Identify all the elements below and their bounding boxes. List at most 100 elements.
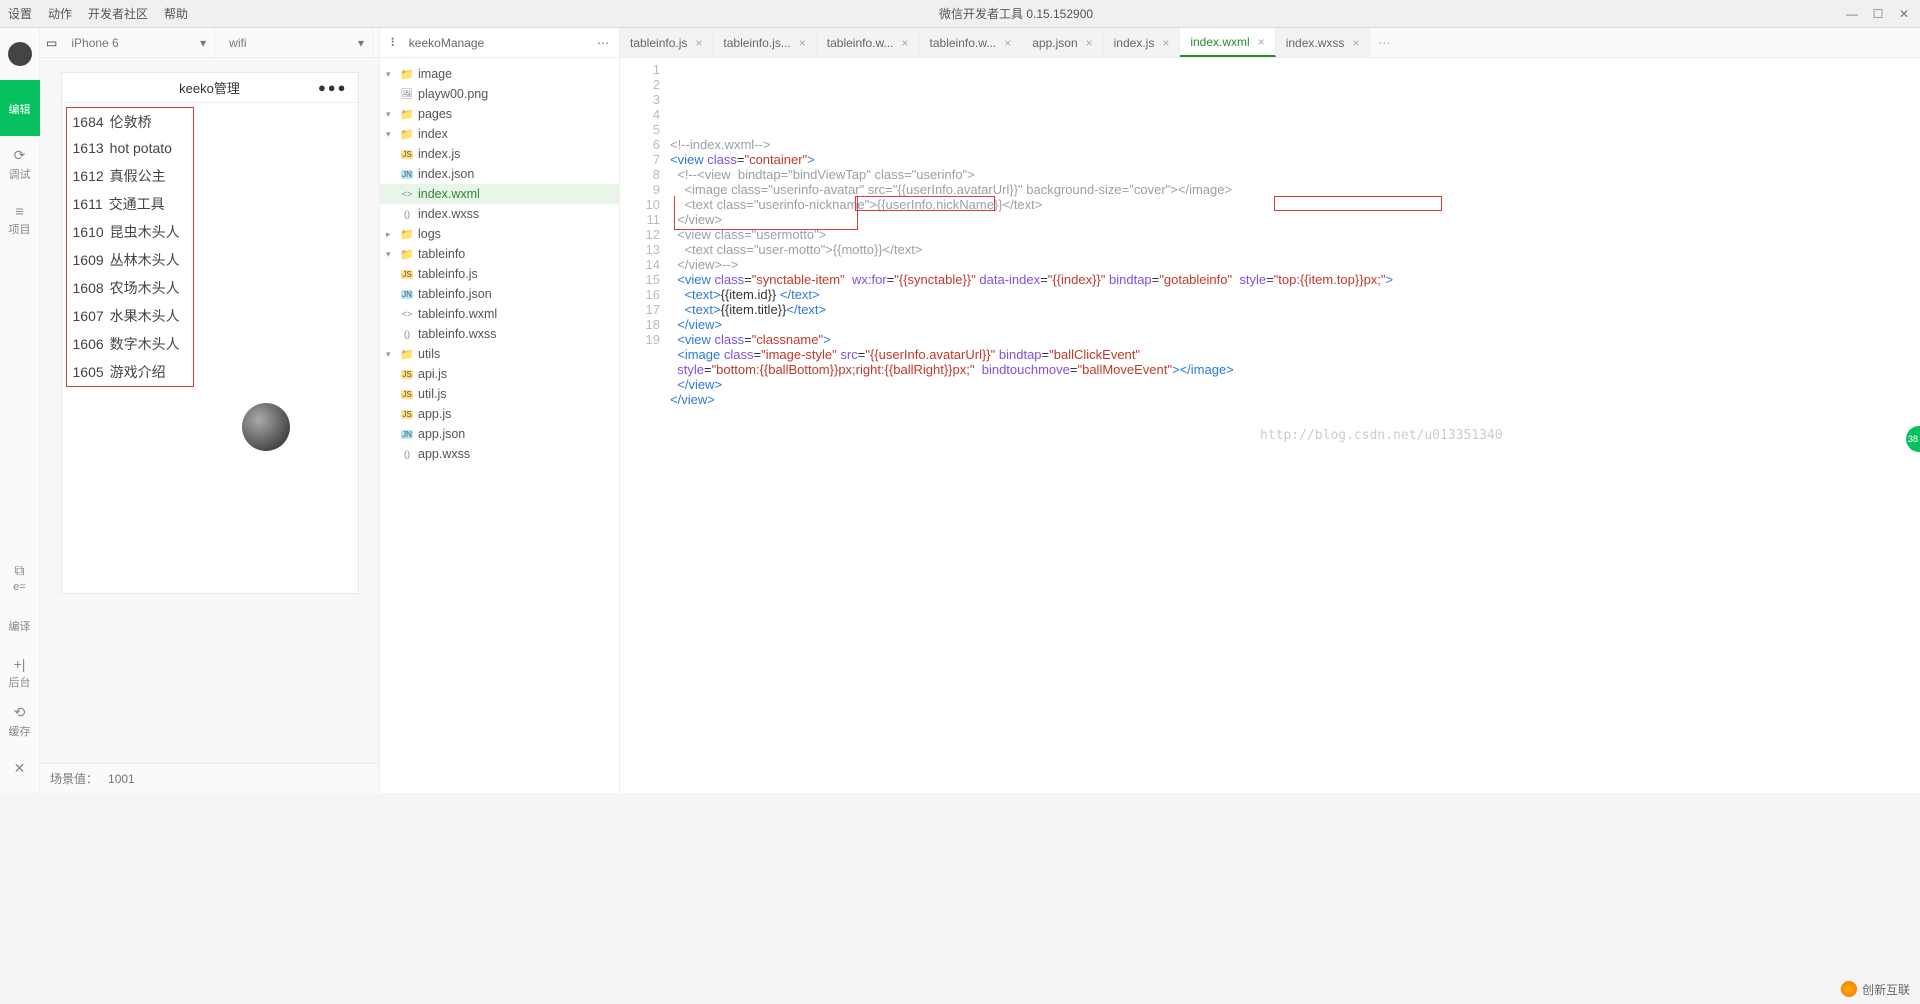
floating-ball[interactable] bbox=[242, 403, 290, 451]
more-icon[interactable]: ⋯ bbox=[597, 36, 609, 50]
tree-node[interactable]: util.js bbox=[380, 384, 619, 404]
close-icon[interactable]: × bbox=[1086, 36, 1093, 50]
editor-tab[interactable]: tableinfo.w...× bbox=[920, 28, 1023, 57]
tree-icon[interactable]: ⠇ bbox=[390, 36, 399, 50]
editor-tab[interactable]: tableinfo.w...× bbox=[817, 28, 920, 57]
list-item[interactable]: 1612真假公主 bbox=[67, 162, 191, 190]
code-line[interactable] bbox=[670, 407, 1393, 422]
toolbar-item[interactable]: +|后台 bbox=[0, 649, 40, 697]
tabs-more[interactable]: ⋯ bbox=[1370, 28, 1398, 57]
code-line[interactable]: </view> bbox=[670, 212, 1393, 227]
minimize-button[interactable]: — bbox=[1844, 7, 1860, 21]
tree-node[interactable]: app.json bbox=[380, 424, 619, 444]
device-select[interactable]: iPhone 6▾ bbox=[63, 28, 215, 57]
code-line[interactable]: <view class="container"> bbox=[670, 152, 1393, 167]
list-item[interactable]: 1606数字木头人 bbox=[67, 330, 191, 358]
user-avatar[interactable] bbox=[8, 42, 32, 66]
file-label: index bbox=[418, 127, 448, 141]
toolbar-item[interactable]: ≡项目 bbox=[0, 192, 40, 248]
list-item[interactable]: 1608农场木头人 bbox=[67, 274, 191, 302]
toolbar-item[interactable]: 编辑 bbox=[0, 80, 40, 136]
menu-item[interactable]: 设置 bbox=[8, 5, 32, 22]
code-line[interactable]: <view class="usermotto"> bbox=[670, 227, 1393, 242]
tree-node[interactable]: index.js bbox=[380, 144, 619, 164]
file-icon bbox=[400, 128, 414, 141]
code-line[interactable]: </view> bbox=[670, 317, 1393, 332]
network-select[interactable]: wifi▾ bbox=[221, 28, 373, 57]
tree-node[interactable]: index.wxss bbox=[380, 204, 619, 224]
list-item[interactable]: 1684伦敦桥 bbox=[67, 108, 191, 136]
code-line[interactable]: <!--<view bindtap="bindViewTap" class="u… bbox=[670, 167, 1393, 182]
tree-node[interactable]: ▾index bbox=[380, 124, 619, 144]
phone-icon: ▭ bbox=[46, 36, 57, 50]
tree-node[interactable]: index.wxml bbox=[380, 184, 619, 204]
list-item[interactable]: 1605游戏介绍 bbox=[67, 358, 191, 386]
close-icon[interactable]: × bbox=[1004, 36, 1011, 50]
code-line[interactable]: style="bottom:{{ballBottom}}px;right:{{b… bbox=[670, 362, 1393, 377]
code-area[interactable]: 12345678910111213141516171819 <!--index.… bbox=[620, 58, 1920, 793]
list-item[interactable]: 1613hot potato bbox=[67, 136, 191, 162]
code-lines[interactable]: <!--index.wxml--><view class="container"… bbox=[670, 58, 1393, 793]
list-item[interactable]: 1607水果木头人 bbox=[67, 302, 191, 330]
close-icon[interactable]: × bbox=[1162, 36, 1169, 50]
file-label: util.js bbox=[418, 387, 446, 401]
editor-tab[interactable]: app.json× bbox=[1022, 28, 1103, 57]
close-button[interactable]: ✕ bbox=[1896, 7, 1912, 21]
tree-node[interactable]: tableinfo.json bbox=[380, 284, 619, 304]
tree-node[interactable]: tableinfo.wxss bbox=[380, 324, 619, 344]
tree-node[interactable]: tableinfo.js bbox=[380, 264, 619, 284]
tree-node[interactable]: ▾tableinfo bbox=[380, 244, 619, 264]
editor-tab[interactable]: index.js× bbox=[1104, 28, 1181, 57]
maximize-button[interactable]: ☐ bbox=[1870, 7, 1886, 21]
toolbar-item[interactable]: 编译 bbox=[0, 601, 40, 649]
close-icon[interactable]: × bbox=[902, 36, 909, 50]
app-header: keeko管理 ●●● bbox=[62, 73, 358, 103]
tree-node[interactable]: ▾utils bbox=[380, 344, 619, 364]
code-line[interactable]: <text class="userinfo-nickname">{{userIn… bbox=[670, 197, 1393, 212]
close-icon[interactable]: × bbox=[1258, 35, 1265, 49]
file-icon bbox=[400, 308, 414, 320]
tree-node[interactable]: ▾pages bbox=[380, 104, 619, 124]
tree-node[interactable]: index.json bbox=[380, 164, 619, 184]
code-line[interactable]: </view> bbox=[670, 392, 1393, 407]
menu-item[interactable]: 动作 bbox=[48, 5, 72, 22]
menu-item[interactable]: 帮助 bbox=[164, 5, 188, 22]
tree-node[interactable]: app.wxss bbox=[380, 444, 619, 464]
toolbar-item[interactable]: ⧉e= bbox=[0, 553, 40, 601]
close-icon[interactable]: × bbox=[695, 36, 702, 50]
toolbar-item[interactable]: ✕ bbox=[0, 745, 40, 793]
file-label: api.js bbox=[418, 367, 447, 381]
code-line[interactable]: <text>{{item.title}}</text> bbox=[670, 302, 1393, 317]
code-line[interactable]: </view> bbox=[670, 377, 1393, 392]
code-line[interactable]: </view>--> bbox=[670, 257, 1393, 272]
menu-item[interactable]: 开发者社区 bbox=[88, 5, 148, 22]
code-line[interactable]: <image class="userinfo-avatar" src="{{us… bbox=[670, 182, 1393, 197]
list-item[interactable]: 1609丛林木头人 bbox=[67, 246, 191, 274]
toolbar-item[interactable]: ⟲缓存 bbox=[0, 697, 40, 745]
close-icon[interactable]: × bbox=[1352, 36, 1359, 50]
code-line[interactable]: <text class="user-motto">{{motto}}</text… bbox=[670, 242, 1393, 257]
file-label: image bbox=[418, 67, 452, 81]
editor-tab[interactable]: index.wxss× bbox=[1276, 28, 1371, 57]
code-line[interactable]: <view class="classname"> bbox=[670, 332, 1393, 347]
close-icon[interactable]: × bbox=[799, 36, 806, 50]
editor-tab[interactable]: tableinfo.js× bbox=[620, 28, 713, 57]
tree-node[interactable]: ▸logs bbox=[380, 224, 619, 244]
more-icon[interactable]: ●●● bbox=[318, 80, 348, 95]
file-icon bbox=[400, 408, 414, 420]
list-item[interactable]: 1611交通工具 bbox=[67, 190, 191, 218]
tree-node[interactable]: app.js bbox=[380, 404, 619, 424]
tree-node[interactable]: tableinfo.wxml bbox=[380, 304, 619, 324]
code-line[interactable]: <image class="image-style" src="{{userIn… bbox=[670, 347, 1393, 362]
tree-node[interactable]: ▾image bbox=[380, 64, 619, 84]
editor-tab[interactable]: tableinfo.js...× bbox=[713, 28, 816, 57]
list-item[interactable]: 1610昆虫木头人 bbox=[67, 218, 191, 246]
code-line[interactable]: <text>{{item.id}} </text> bbox=[670, 287, 1393, 302]
code-line[interactable]: <!--index.wxml--> bbox=[670, 137, 1393, 152]
simulator-panel: ▭ iPhone 6▾ wifi▾ keeko管理 ●●● 1684伦敦桥161… bbox=[40, 28, 380, 793]
toolbar-item[interactable]: ⟳调试 bbox=[0, 136, 40, 192]
tree-node[interactable]: playw00.png bbox=[380, 84, 619, 104]
tree-node[interactable]: api.js bbox=[380, 364, 619, 384]
code-line[interactable]: <view class="synctable-item" wx:for="{{s… bbox=[670, 272, 1393, 287]
editor-tab[interactable]: index.wxml× bbox=[1180, 28, 1275, 57]
